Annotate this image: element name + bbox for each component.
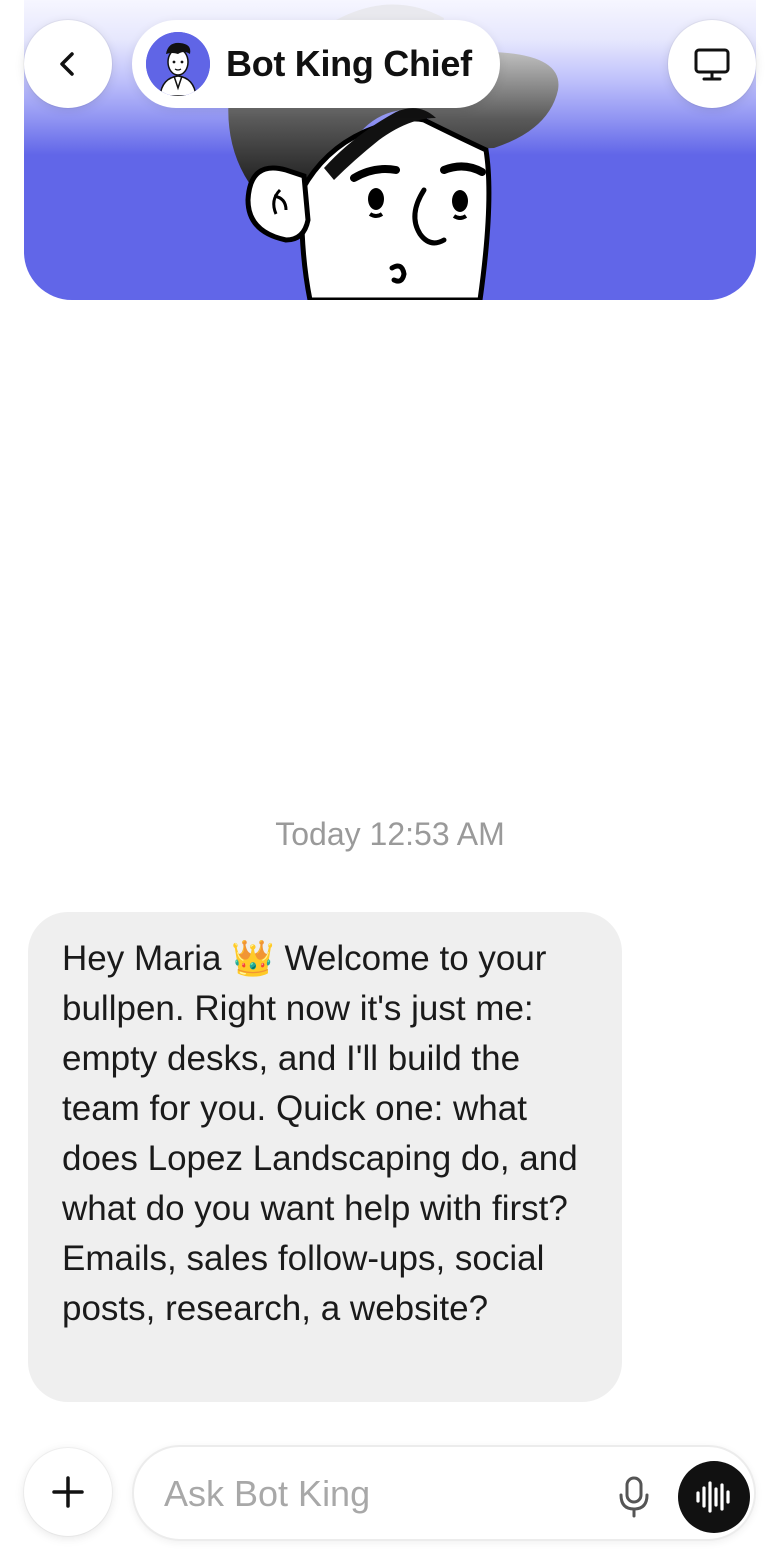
back-button[interactable] bbox=[24, 20, 112, 108]
message-composer bbox=[132, 1445, 756, 1541]
voice-waveform-icon bbox=[696, 1481, 730, 1513]
chat-screen: Bot King Chief Today 12:53 AM Hey Maria … bbox=[0, 0, 780, 1560]
desktop-view-button[interactable] bbox=[668, 20, 756, 108]
bot-message-bubble: Hey Maria 👑 Welcome to your bullpen. Rig… bbox=[28, 912, 622, 1402]
microphone-button[interactable] bbox=[612, 1475, 656, 1519]
microphone-icon bbox=[619, 1476, 649, 1518]
message-timestamp: Today 12:53 AM bbox=[275, 816, 505, 852]
bot-message-text: Hey Maria 👑 Welcome to your bullpen. Rig… bbox=[62, 939, 578, 1328]
chat-title: Bot King Chief bbox=[226, 43, 472, 84]
monitor-icon bbox=[694, 48, 730, 81]
message-input[interactable] bbox=[164, 1471, 584, 1517]
voice-mode-button[interactable] bbox=[678, 1461, 750, 1533]
chevron-left-icon bbox=[60, 52, 74, 76]
bot-avatar-icon bbox=[146, 32, 210, 96]
avatar bbox=[146, 32, 210, 96]
add-attachment-button[interactable] bbox=[24, 1448, 112, 1536]
plus-icon bbox=[52, 1476, 84, 1508]
chat-title-pill[interactable]: Bot King Chief bbox=[132, 20, 500, 108]
